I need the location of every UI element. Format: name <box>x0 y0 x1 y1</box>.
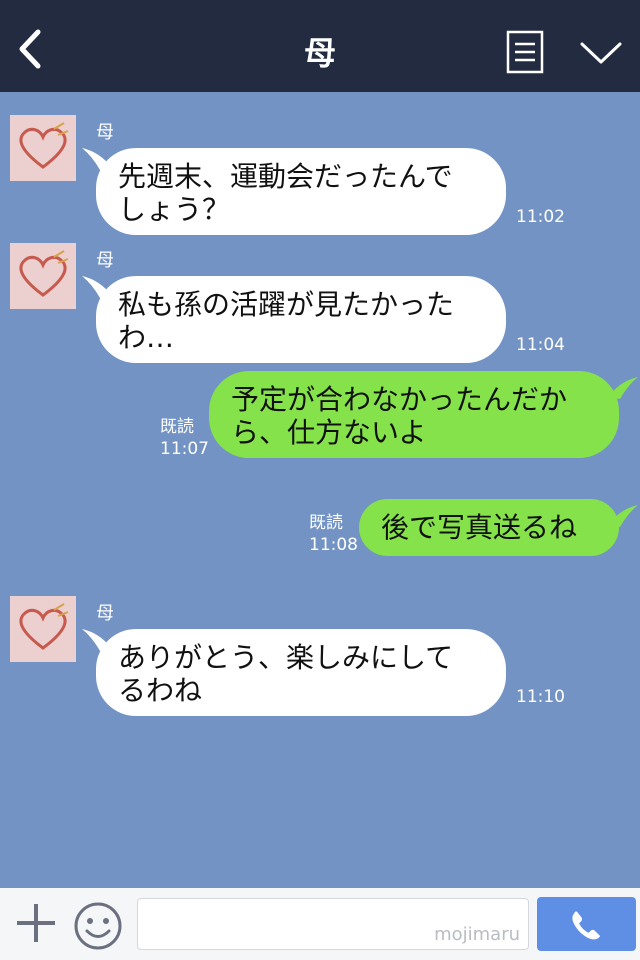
bubble-tail <box>608 505 638 527</box>
message-bubble[interactable]: 先週末、運動会だったんで しょう？ <box>96 148 506 235</box>
avatar[interactable] <box>10 115 76 181</box>
message-bubble[interactable]: 後で写真送るね <box>359 499 619 556</box>
message-time: 11:08 <box>309 535 358 555</box>
read-label: 既読 <box>309 513 343 533</box>
message-line: 後で写真送るね <box>381 511 578 544</box>
smiley-icon <box>74 902 122 950</box>
sender-name: 母 <box>96 603 114 624</box>
add-button[interactable] <box>14 900 58 946</box>
message-time: 11:07 <box>160 439 209 459</box>
message-line: 私も孫の活躍が見たかった <box>118 288 455 321</box>
more-button[interactable] <box>578 36 624 70</box>
document-menu-icon <box>506 30 544 74</box>
message-bubble[interactable]: 私も孫の活躍が見たかった わ… <box>96 276 506 363</box>
message-input[interactable]: mojimaru <box>137 898 529 950</box>
message-time: 11:10 <box>516 687 565 707</box>
message-time: 11:02 <box>516 207 565 227</box>
chevron-down-icon <box>580 42 622 64</box>
message-bubble[interactable]: ありがとう、楽しみにして るわね <box>96 629 506 716</box>
message-line: 先週末、運動会だったんで <box>118 160 453 193</box>
avatar[interactable] <box>10 243 76 309</box>
chat-area[interactable]: 母 先週末、運動会だったんで しょう？ 11:02 母 私も孫の活躍が見たかった… <box>0 92 640 888</box>
menu-button[interactable] <box>506 30 544 74</box>
plus-icon <box>17 904 55 942</box>
message-line: ら、仕方ないよ <box>231 416 427 449</box>
bubble-tail <box>608 377 638 399</box>
message-line: しょう？ <box>118 193 231 226</box>
read-label: 既読 <box>160 417 194 437</box>
chat-header: 母 <box>0 0 640 92</box>
message-time: 11:04 <box>516 335 565 355</box>
heart-ribbon-icon <box>10 115 76 181</box>
phone-icon <box>572 911 601 940</box>
avatar[interactable] <box>10 596 76 662</box>
sender-name: 母 <box>96 250 114 271</box>
heart-ribbon-icon <box>10 243 76 309</box>
read-receipt: 既読 11:07 <box>160 416 209 460</box>
chat-title: 母 <box>303 34 336 72</box>
message-line: 予定が合わなかったんだか <box>231 383 568 416</box>
message-line: ありがとう、楽しみにして <box>118 641 454 674</box>
message-line: わ… <box>118 321 175 354</box>
message-bubble[interactable]: 予定が合わなかったんだか ら、仕方ないよ <box>209 371 619 458</box>
message-line: るわね <box>118 674 203 707</box>
heart-ribbon-icon <box>10 596 76 662</box>
watermark: mojimaru <box>434 924 520 945</box>
sender-name: 母 <box>96 122 114 143</box>
read-receipt: 既読 11:08 <box>309 512 358 556</box>
call-button[interactable] <box>537 897 636 951</box>
emoji-button[interactable] <box>72 900 124 952</box>
